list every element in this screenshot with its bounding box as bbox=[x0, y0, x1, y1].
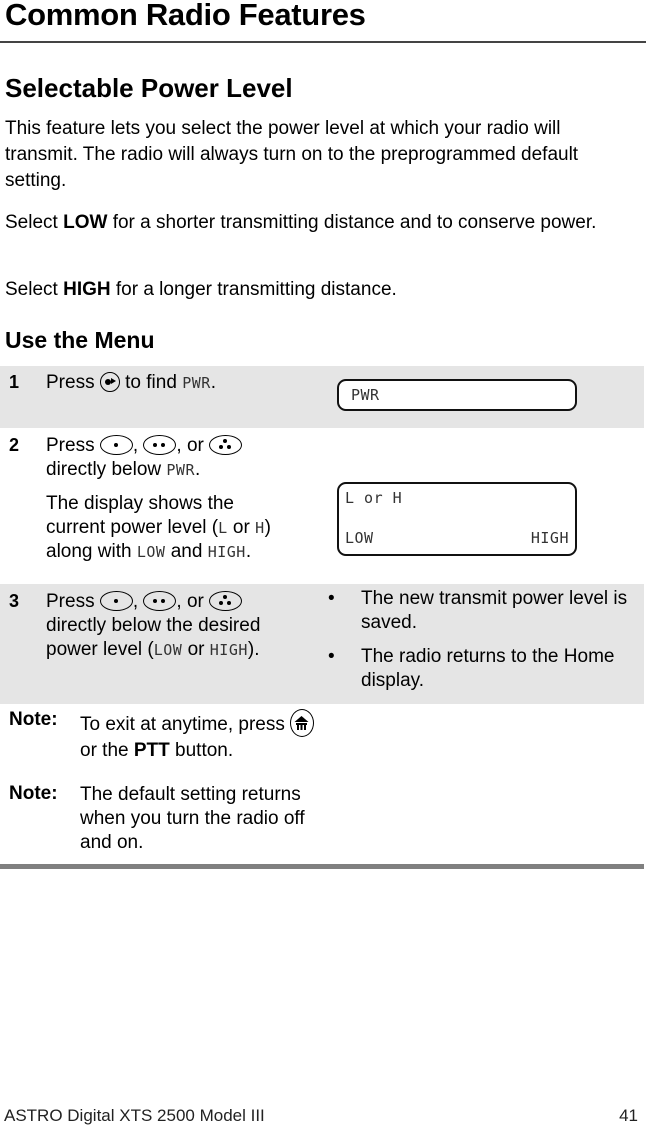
text: . bbox=[194, 459, 201, 480]
text: directly below bbox=[46, 459, 167, 480]
text: and bbox=[165, 541, 208, 562]
display-screen: PWR bbox=[337, 379, 577, 411]
note-label: Note: bbox=[9, 783, 58, 804]
lcd-text: PWR bbox=[182, 374, 211, 392]
lcd-text: HIGH bbox=[207, 543, 246, 561]
step-row-3: 3 Press , , or directly below the desire… bbox=[0, 584, 644, 704]
high-prefix: Select bbox=[5, 279, 64, 300]
bullet-icon: • bbox=[328, 646, 335, 667]
intro-paragraph: This feature lets you select the power l… bbox=[5, 118, 579, 191]
text: Press bbox=[46, 591, 100, 612]
lcd-text: HIGH bbox=[209, 641, 248, 659]
lcd-text: H bbox=[255, 519, 265, 537]
text: , bbox=[132, 435, 139, 456]
steps-table: 1 Press to find PWR. PWR 2 Press , , or … bbox=[0, 366, 646, 704]
text: . bbox=[245, 541, 252, 562]
list-item: • The new transmit power level is saved. bbox=[328, 587, 638, 635]
lcd-text: LOW bbox=[136, 543, 166, 561]
note-default: Note: The default setting returns when y… bbox=[0, 778, 646, 853]
note-text: The default setting returns when you tur… bbox=[80, 784, 305, 853]
display-line-1: L or H bbox=[345, 489, 403, 507]
home-button-icon bbox=[290, 709, 315, 737]
note-text: To exit at anytime, press or the PTT but… bbox=[80, 709, 320, 764]
section-end-bar bbox=[0, 864, 644, 869]
text: ). bbox=[247, 639, 260, 660]
nav-right-button-icon bbox=[99, 372, 120, 392]
display-left-option: LOW bbox=[345, 529, 374, 547]
note-label: Note: bbox=[9, 709, 58, 730]
text: The display shows the current power leve… bbox=[46, 493, 234, 538]
step-row-2: 2 Press , , or directly below PWR. The d… bbox=[0, 428, 644, 584]
step-text: Press to find PWR. bbox=[46, 371, 316, 395]
text: , or bbox=[176, 591, 210, 612]
display-line-1: PWR bbox=[351, 386, 380, 404]
text: button. bbox=[169, 740, 234, 761]
footer-title: ASTRO Digital XTS 2500 Model III bbox=[4, 1106, 265, 1125]
text: . bbox=[210, 372, 217, 393]
step-number: 3 bbox=[9, 591, 20, 611]
text: to find bbox=[119, 372, 183, 393]
chapter-title: Common Radio Features bbox=[5, 0, 366, 32]
softkey-1-icon bbox=[99, 435, 133, 455]
text: or the bbox=[80, 740, 134, 761]
low-prefix: Select bbox=[5, 212, 64, 233]
low-suffix: for a shorter transmitting distance and … bbox=[107, 212, 597, 233]
ptt-keyword: PTT bbox=[133, 740, 170, 761]
text: , bbox=[132, 591, 139, 612]
step-row-1: 1 Press to find PWR. PWR bbox=[0, 366, 644, 428]
page-number: 41 bbox=[619, 1106, 638, 1125]
lcd-text: PWR bbox=[166, 461, 195, 479]
lcd-text: L bbox=[218, 519, 228, 537]
bullet-text: The new transmit power level is saved. bbox=[361, 588, 628, 633]
step-text: Press , , or directly below the desired … bbox=[46, 590, 296, 672]
display-screen: L or H LOW HIGH bbox=[337, 482, 577, 556]
high-keyword: HIGH bbox=[63, 279, 111, 300]
text: To exit at anytime, press bbox=[80, 714, 291, 735]
softkey-1-icon bbox=[99, 591, 133, 611]
lcd-text: LOW bbox=[153, 641, 183, 659]
text: Press bbox=[46, 435, 100, 456]
text: Press bbox=[46, 372, 100, 393]
section-title: Selectable Power Level bbox=[5, 73, 293, 103]
text: or bbox=[182, 639, 210, 660]
step-number: 2 bbox=[9, 435, 20, 455]
step-number: 1 bbox=[9, 372, 20, 392]
text: , or bbox=[176, 435, 210, 456]
bullet-icon: • bbox=[328, 588, 335, 609]
notes: Note: To exit at anytime, press or the P… bbox=[0, 704, 646, 853]
list-item: • The radio returns to the Home display. bbox=[328, 645, 638, 693]
text: or bbox=[227, 517, 256, 538]
low-keyword: LOW bbox=[63, 212, 108, 233]
chapter-rule bbox=[0, 41, 646, 43]
bullet-text: The radio returns to the Home display. bbox=[361, 646, 615, 691]
menu-title: Use the Menu bbox=[5, 327, 155, 353]
display-right-option: HIGH bbox=[530, 529, 569, 547]
high-suffix: for a longer transmitting distance. bbox=[110, 279, 397, 300]
step-text: Press , , or directly below PWR. The dis… bbox=[46, 434, 296, 574]
softkey-3-icon bbox=[209, 435, 243, 455]
high-paragraph: Select HIGH for a longer transmitting di… bbox=[5, 277, 635, 303]
result-list: • The new transmit power level is saved. … bbox=[328, 587, 638, 703]
softkey-2-icon bbox=[143, 591, 177, 611]
note-exit: Note: To exit at anytime, press or the P… bbox=[0, 704, 646, 778]
softkey-3-icon bbox=[209, 591, 243, 611]
low-paragraph: Select LOW for a shorter transmitting di… bbox=[5, 210, 635, 236]
softkey-2-icon bbox=[143, 435, 177, 455]
